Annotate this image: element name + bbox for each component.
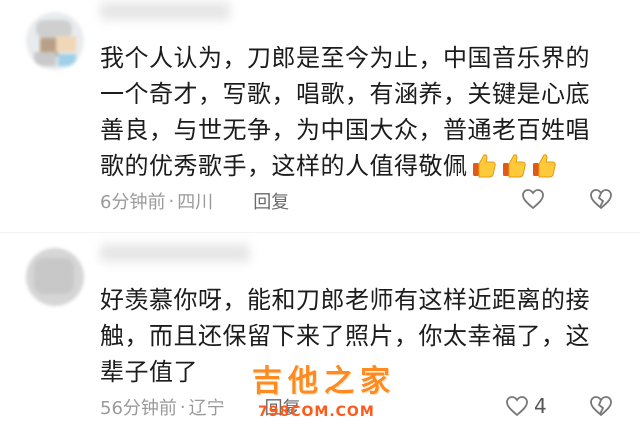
comment-line: 歌的优秀歌手，这样的人值得敬佩: [100, 148, 620, 184]
like-icon[interactable]: [504, 393, 530, 419]
comment-line: 好羡慕你呀，能和刀郎老师有这样近距离的接: [100, 286, 590, 314]
watermark-url: 798COM.COM: [258, 404, 375, 420]
username[interactable]: [100, 2, 230, 20]
site-watermark: 吉他之家 798COM.COM: [252, 356, 402, 420]
comment-text: 我个人认为，刀郎是至今为止，中国音乐界的 一个奇才，写歌，唱歌，有涵养，关键是心…: [100, 40, 620, 184]
reply-button[interactable]: 回复: [253, 188, 289, 214]
thumbs-up-emoji-icon: [472, 154, 496, 178]
comment-line: 善良，与世无争，为中国大众，普通老百姓唱: [100, 116, 590, 144]
dislike-icon[interactable]: [588, 393, 614, 419]
comment-line: 一个奇才，写歌，唱歌，有涵养，关键是心底: [100, 80, 590, 108]
meta-separator: ·: [179, 396, 186, 418]
comment-line: 我个人认为，刀郎是至今为止，中国音乐界的: [100, 44, 590, 72]
like-icon[interactable]: [520, 186, 546, 212]
thumbs-up-emoji-icon: [502, 154, 526, 178]
username[interactable]: [100, 244, 250, 262]
like-count: 4: [534, 394, 547, 418]
comment-time: 56分钟前: [100, 398, 177, 419]
comment-item: 我个人认为，刀郎是至今为止，中国音乐界的 一个奇才，写歌，唱歌，有涵养，关键是心…: [0, 0, 640, 232]
dislike-icon[interactable]: [588, 186, 614, 212]
avatar[interactable]: [26, 12, 84, 70]
comment-line-text: 歌的优秀歌手，这样的人值得敬佩: [100, 152, 468, 180]
comment-line: 触，而且还保留下来了照片，你太幸福了，这: [100, 322, 590, 350]
comment-meta: 6分钟前 · 四川 回复: [100, 188, 289, 214]
meta-separator: ·: [168, 190, 175, 212]
watermark-title: 吉他之家: [252, 364, 396, 399]
thumbs-up-emoji-icon: [532, 154, 556, 178]
avatar[interactable]: [26, 248, 84, 306]
comment-location: 四川: [177, 192, 214, 213]
comment-location: 辽宁: [188, 398, 225, 419]
divider: [0, 232, 640, 233]
comment-time: 6分钟前: [100, 192, 166, 213]
